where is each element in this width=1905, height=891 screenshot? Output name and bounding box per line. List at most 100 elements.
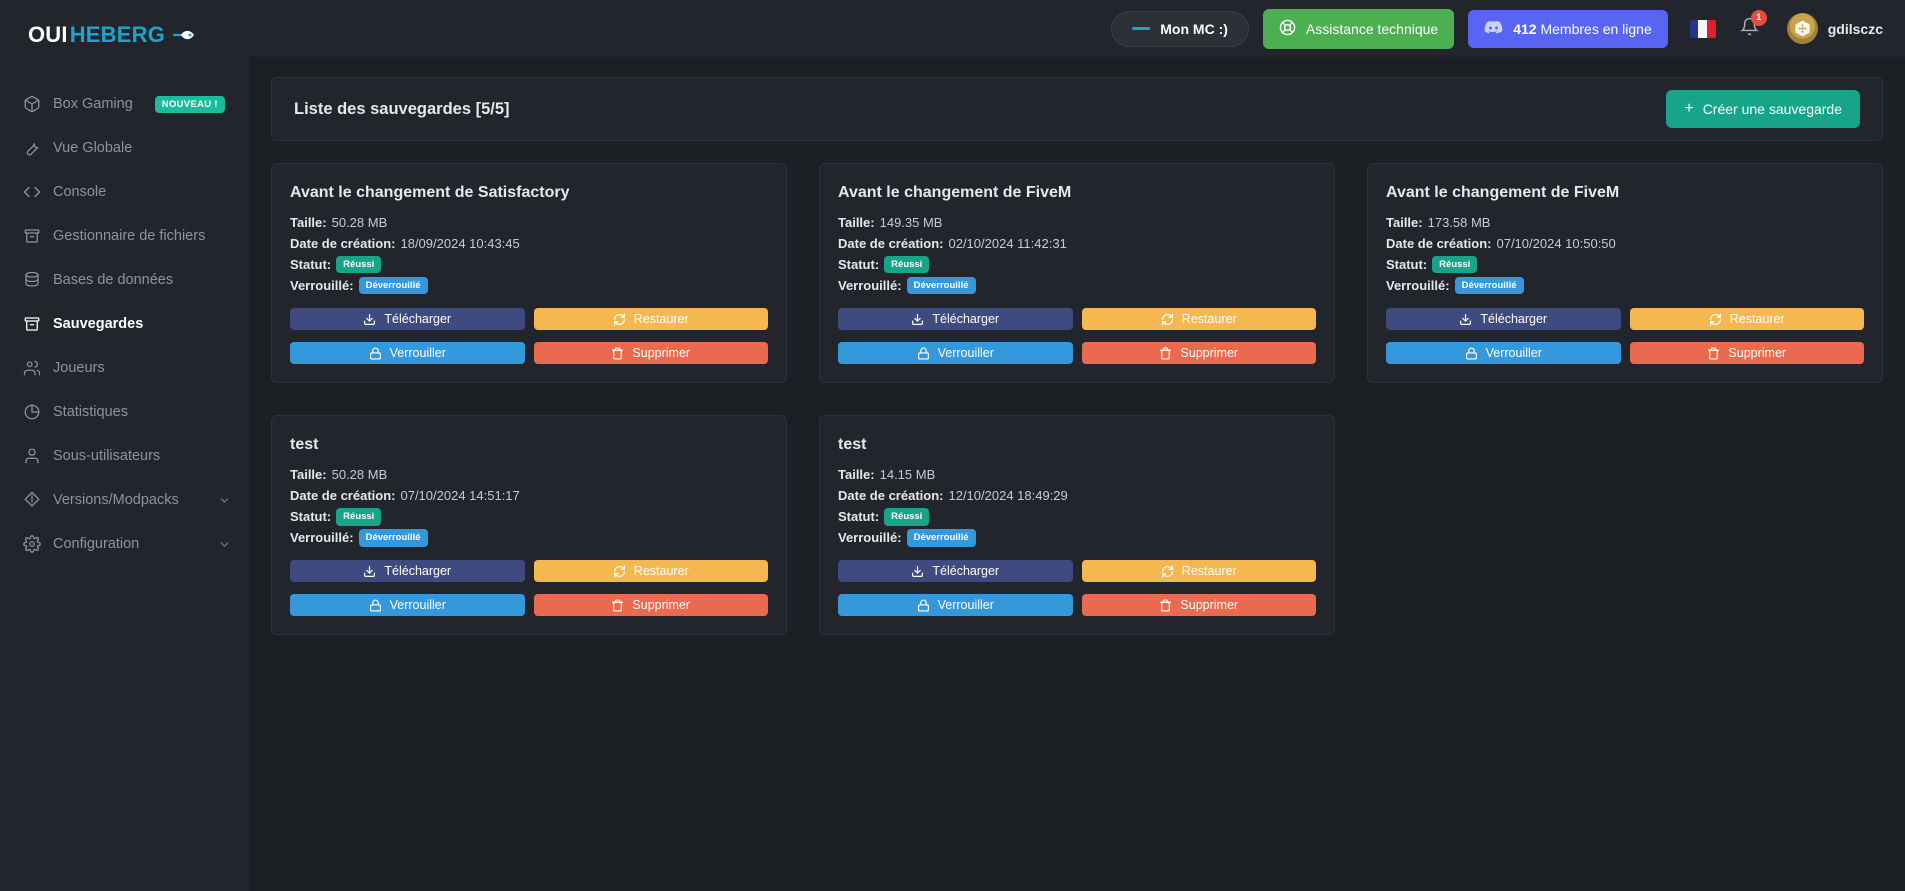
sidebar-item-label: Bases de données bbox=[53, 272, 174, 288]
backup-actions-primary: Télécharger Restaurer bbox=[1386, 308, 1864, 331]
locked-label: Verrouillé: bbox=[290, 530, 354, 546]
delete-label: Supprimer bbox=[632, 346, 691, 361]
topbar: Mon MC :) Assistance technique 412 Membr… bbox=[249, 0, 1905, 57]
sidebar-item-statistiques[interactable]: Statistiques bbox=[0, 390, 249, 434]
user-icon bbox=[22, 447, 41, 466]
create-backup-label: Créer une sauvegarde bbox=[1702, 101, 1842, 117]
delete-label: Supprimer bbox=[1728, 346, 1787, 361]
backup-name: Avant le changement de FiveM bbox=[838, 184, 1072, 201]
gear-icon bbox=[22, 535, 41, 554]
delete-button[interactable]: Supprimer bbox=[533, 594, 768, 617]
sidebar-item-versions-modpacks[interactable]: Versions/Modpacks bbox=[0, 478, 249, 522]
backup-actions-secondary: Verrouiller Supprimer bbox=[1386, 342, 1864, 365]
lock-label: Verrouiller bbox=[937, 598, 994, 613]
restore-button[interactable]: Restaurer bbox=[1629, 308, 1864, 331]
trash-icon bbox=[611, 599, 624, 612]
download-label: Télécharger bbox=[384, 312, 452, 327]
avatar bbox=[1786, 13, 1818, 44]
trash-icon bbox=[1159, 599, 1172, 612]
backup-locked-row: Verrouillé: Déverrouillé bbox=[290, 527, 768, 548]
sidebar-item-sous-utilisateurs[interactable]: Sous-utilisateurs bbox=[0, 434, 249, 478]
download-button[interactable]: Télécharger bbox=[838, 308, 1073, 331]
backup-locked-row: Verrouillé: Déverrouillé bbox=[838, 275, 1316, 296]
backup-status-row: Statut: Réussi bbox=[838, 254, 1316, 275]
sidebar-item-label: Joueurs bbox=[53, 360, 105, 376]
lock-button[interactable]: Verrouiller bbox=[290, 594, 525, 617]
backup-actions-primary: Télécharger Restaurer bbox=[290, 308, 768, 331]
delete-button[interactable]: Supprimer bbox=[1629, 342, 1864, 365]
backup-name: test bbox=[290, 436, 319, 454]
lock-label: Verrouiller bbox=[389, 346, 446, 361]
backup-card: Avant le changement de FiveM Taille: 173.5… bbox=[1367, 163, 1883, 384]
delete-label: Supprimer bbox=[1180, 598, 1239, 613]
download-button[interactable]: Télécharger bbox=[290, 308, 525, 331]
delete-button[interactable]: Supprimer bbox=[1081, 342, 1316, 365]
download-button[interactable]: Télécharger bbox=[838, 560, 1073, 583]
restore-icon bbox=[1161, 565, 1174, 578]
backup-actions-primary: Télécharger Restaurer bbox=[290, 560, 768, 583]
delete-button[interactable]: Supprimer bbox=[1081, 594, 1316, 617]
lifebuoy-icon bbox=[1279, 19, 1296, 39]
status-badge: Réussi bbox=[336, 508, 382, 526]
app-root: OUI HEBERG Box Gaming NOUVEAU ! Vue Globale… bbox=[0, 0, 1905, 891]
backup-created-row: Date de création: 02/10/2024 11:42:31 bbox=[838, 233, 1316, 254]
locked-label: Verrouillé: bbox=[1386, 278, 1450, 294]
backup-card: Avant le changement de FiveM Taille: 149.3… bbox=[819, 163, 1335, 384]
database-icon bbox=[22, 271, 41, 290]
backup-actions-secondary: Verrouiller Supprimer bbox=[838, 594, 1316, 617]
backup-name: Avant le changement de Satisfactory bbox=[290, 184, 570, 201]
brand-logo-oui: OUI bbox=[28, 22, 68, 47]
backup-created-value: 18/09/2024 10:43:45 bbox=[400, 236, 520, 252]
sidebar-item-vue-globale[interactable]: Vue Globale bbox=[0, 126, 249, 170]
delete-label: Supprimer bbox=[632, 598, 691, 613]
lock-button[interactable]: Verrouiller bbox=[290, 342, 525, 365]
download-button[interactable]: Télécharger bbox=[290, 560, 525, 583]
sidebar-item-label: Box Gaming bbox=[53, 96, 133, 112]
lock-label: Verrouiller bbox=[1485, 346, 1542, 361]
chevron-down-icon[interactable] bbox=[218, 538, 231, 551]
download-button[interactable]: Télécharger bbox=[1386, 308, 1621, 331]
backups-grid: Avant le changement de Satisfactory Taill… bbox=[271, 163, 1883, 636]
lock-button[interactable]: Verrouiller bbox=[1386, 342, 1621, 365]
locked-badge: Déverrouillé bbox=[1454, 276, 1524, 295]
size-label: Taille: bbox=[290, 467, 327, 483]
user-menu[interactable]: gdilsczc bbox=[1786, 13, 1883, 44]
sidebar-item-box-gaming[interactable]: Box Gaming NOUVEAU ! bbox=[0, 82, 249, 126]
server-selector-pill[interactable]: Mon MC :) bbox=[1111, 10, 1249, 47]
lock-button[interactable]: Verrouiller bbox=[838, 342, 1073, 365]
sidebar-item-configuration[interactable]: Configuration bbox=[0, 522, 249, 566]
locked-label: Verrouillé: bbox=[838, 530, 902, 546]
restore-button[interactable]: Restaurer bbox=[1081, 308, 1316, 331]
sidebar-item-gestionnaire-de-fichiers[interactable]: Gestionnaire de fichiers bbox=[0, 214, 249, 258]
status-label: Statut: bbox=[290, 509, 332, 525]
discord-count: 412 bbox=[1513, 20, 1537, 37]
notifications-button[interactable]: 1 bbox=[1739, 9, 1767, 41]
backup-size-value: 50.28 MB bbox=[331, 215, 388, 230]
restore-button[interactable]: Restaurer bbox=[533, 560, 768, 583]
restore-button[interactable]: Restaurer bbox=[1081, 560, 1316, 583]
sidebar-item-sauvegardes[interactable]: Sauvegardes bbox=[0, 302, 249, 346]
french-flag-icon[interactable] bbox=[1689, 19, 1716, 38]
rocket-icon bbox=[172, 28, 196, 42]
status-label: Statut: bbox=[838, 509, 880, 525]
sidebar-item-console[interactable]: Console bbox=[0, 170, 249, 214]
restore-button[interactable]: Restaurer bbox=[533, 308, 768, 331]
content-area: Liste des sauvegardes [5/5] + Créer une … bbox=[249, 57, 1905, 636]
chevron-down-icon[interactable] bbox=[218, 494, 231, 507]
git-branch-icon bbox=[22, 491, 41, 510]
sidebar-item-joueurs[interactable]: Joueurs bbox=[0, 346, 249, 390]
sidebar-item-label: Vue Globale bbox=[53, 140, 133, 156]
sidebar-item-bases-de-donn-es[interactable]: Bases de données bbox=[0, 258, 249, 302]
download-icon bbox=[363, 565, 376, 578]
brand-logo[interactable]: OUI HEBERG bbox=[0, 0, 249, 70]
create-backup-button[interactable]: + Créer une sauvegarde bbox=[1666, 90, 1860, 128]
support-button[interactable]: Assistance technique bbox=[1262, 8, 1455, 49]
backup-size-row: Taille: 149.35 MB bbox=[838, 212, 1316, 233]
restore-label: Restaurer bbox=[633, 312, 689, 327]
lock-button[interactable]: Verrouiller bbox=[838, 594, 1073, 617]
discord-members-button[interactable]: 412 Membres en ligne bbox=[1468, 9, 1668, 48]
delete-button[interactable]: Supprimer bbox=[533, 342, 768, 365]
created-label: Date de création: bbox=[290, 236, 396, 252]
backup-size-row: Taille: 50.28 MB bbox=[290, 212, 768, 233]
download-label: Télécharger bbox=[932, 312, 1000, 327]
